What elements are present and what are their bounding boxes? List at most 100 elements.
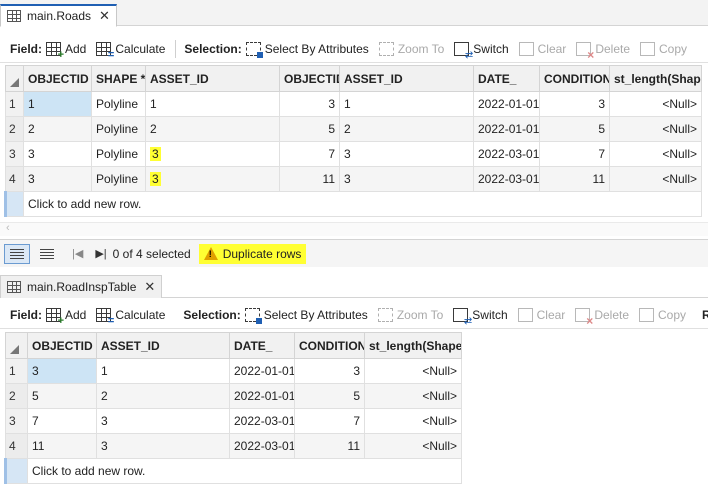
table-cell[interactable]: 2022-01-01 — [229, 358, 295, 384]
column-header-condition[interactable]: CONDITION — [539, 65, 610, 92]
table-cell[interactable]: 2 — [339, 116, 474, 142]
table-row[interactable]: 4 11 3 2022-03-01 11 <Null> — [5, 433, 462, 459]
zoom-to-button[interactable]: Zoom To — [378, 41, 444, 56]
table-cell[interactable]: 3 — [539, 91, 610, 117]
row-number[interactable]: 3 — [5, 408, 28, 434]
table-cell[interactable]: 3 — [339, 166, 474, 192]
column-header-shape[interactable]: SHAPE * — [91, 65, 146, 92]
table-cell[interactable]: Polyline — [91, 91, 146, 117]
row-number[interactable]: 2 — [5, 116, 24, 142]
table-cell[interactable]: 3 — [145, 166, 280, 192]
column-header-asset-id[interactable]: ASSET_ID — [145, 65, 280, 92]
table-row[interactable]: 2 2 Polyline 2 5 2 2022-01-01 5 <Null> — [5, 116, 702, 142]
column-header-date[interactable]: DATE_ — [229, 332, 295, 359]
table-cell[interactable]: <Null> — [364, 408, 462, 434]
table-row[interactable]: 1 3 1 2022-01-01 3 <Null> — [5, 358, 462, 384]
table-cell[interactable]: 11 — [279, 166, 340, 192]
copy-button[interactable]: Copy — [639, 307, 686, 322]
table-cell[interactable]: 3 — [96, 433, 230, 459]
calculate-field-button[interactable]: Calculate — [96, 41, 165, 61]
row-number[interactable]: 3 — [5, 141, 24, 167]
table-cell[interactable]: 5 — [27, 383, 97, 409]
table-cell[interactable]: <Null> — [364, 358, 462, 384]
table-cell[interactable]: <Null> — [609, 166, 702, 192]
table-cell[interactable]: 2 — [96, 383, 230, 409]
table-cell[interactable]: 1 — [23, 91, 92, 117]
calculate-field-button[interactable]: Calculate — [96, 307, 165, 327]
table-cell[interactable]: 1 — [145, 91, 280, 117]
column-header-asset-id[interactable]: ASSET_ID — [96, 332, 230, 359]
column-header-condition[interactable]: CONDITION — [294, 332, 365, 359]
table-row[interactable]: 2 5 2 2022-01-01 5 <Null> — [5, 383, 462, 409]
table-cell[interactable]: 5 — [279, 116, 340, 142]
table-cell[interactable]: 3 — [339, 141, 474, 167]
column-header-st-length[interactable]: st_length(Shape) — [364, 332, 462, 359]
select-all-corner[interactable] — [5, 332, 28, 359]
table-cell[interactable]: 5 — [294, 383, 365, 409]
table-cell[interactable]: 3 — [294, 358, 365, 384]
row-number[interactable]: 2 — [5, 383, 28, 409]
add-field-button[interactable]: Add — [46, 41, 86, 61]
table-cell[interactable]: 3 — [279, 91, 340, 117]
zoom-to-button[interactable]: Zoom To — [377, 307, 443, 322]
column-header-join-objectid[interactable]: OBJECTID — [279, 65, 340, 92]
table-cell[interactable]: 5 — [539, 116, 610, 142]
table-cell[interactable]: 3 — [145, 141, 280, 167]
clear-button[interactable]: Clear — [518, 41, 566, 56]
table-cell[interactable]: 1 — [339, 91, 474, 117]
close-icon[interactable]: ✕ — [144, 279, 155, 295]
duplicate-rows-warning[interactable]: Duplicate rows — [198, 243, 307, 264]
select-all-corner[interactable] — [5, 65, 24, 92]
row-number[interactable]: 1 — [5, 358, 28, 384]
column-header-objectid[interactable]: OBJECTID * — [23, 65, 92, 92]
row-number[interactable]: 4 — [5, 433, 28, 459]
copy-button[interactable]: Copy — [640, 41, 687, 56]
add-row[interactable]: Click to add new row. — [4, 191, 702, 217]
table-cell[interactable]: 7 — [539, 141, 610, 167]
table-cell[interactable]: 2 — [145, 116, 280, 142]
close-icon[interactable]: ✕ — [99, 8, 110, 24]
add-row-prompt[interactable]: Click to add new row. — [23, 191, 702, 217]
table-row[interactable]: 3 7 3 2022-03-01 7 <Null> — [5, 408, 462, 434]
column-header-objectid[interactable]: OBJECTID * — [27, 332, 97, 359]
table-cell[interactable]: 2022-03-01 — [229, 433, 295, 459]
table-cell[interactable]: 3 — [27, 358, 97, 384]
show-all-records-button[interactable] — [4, 243, 30, 264]
table-cell[interactable]: 3 — [96, 408, 230, 434]
table-cell[interactable]: 11 — [27, 433, 97, 459]
show-selected-records-button[interactable] — [34, 244, 60, 264]
scroll-left-icon[interactable]: ‹ — [6, 222, 10, 234]
table-cell[interactable]: Polyline — [91, 141, 146, 167]
table-cell[interactable]: 11 — [539, 166, 610, 192]
column-header-date[interactable]: DATE_ — [473, 65, 540, 92]
select-by-attributes-button[interactable]: Select By Attributes — [244, 307, 368, 324]
clear-button[interactable]: Clear — [517, 307, 565, 322]
horizontal-scrollbar[interactable]: ‹ — [0, 222, 708, 236]
table-cell[interactable]: <Null> — [609, 116, 702, 142]
table-cell[interactable]: Polyline — [91, 166, 146, 192]
select-by-attributes-button[interactable]: Select By Attributes — [245, 41, 369, 58]
delete-button[interactable]: Delete — [576, 41, 630, 62]
add-row[interactable]: Click to add new row. — [4, 458, 462, 484]
table-cell[interactable]: <Null> — [609, 91, 702, 117]
row-number[interactable]: 4 — [5, 166, 24, 192]
add-field-button[interactable]: Add — [46, 307, 86, 327]
tab-main-roadinsptable[interactable]: main.RoadInspTable ✕ — [0, 275, 163, 298]
table-cell[interactable]: 2022-03-01 — [473, 166, 540, 192]
table-cell[interactable]: 2022-03-01 — [473, 141, 540, 167]
table-cell[interactable]: <Null> — [364, 433, 462, 459]
table-row[interactable]: 4 3 Polyline 3 11 3 2022-03-01 11 <Null> — [5, 166, 702, 192]
table-cell[interactable]: 2022-03-01 — [229, 408, 295, 434]
add-row-prompt[interactable]: Click to add new row. — [27, 458, 462, 484]
table-cell[interactable]: 2 — [23, 116, 92, 142]
column-header-join-asset-id[interactable]: ASSET_ID — [339, 65, 474, 92]
row-number[interactable]: 1 — [5, 91, 24, 117]
table-row[interactable]: 3 3 Polyline 3 7 3 2022-03-01 7 <Null> — [5, 141, 702, 167]
table-cell[interactable]: 7 — [279, 141, 340, 167]
table-cell[interactable]: 2022-01-01 — [473, 91, 540, 117]
table-cell[interactable]: 7 — [27, 408, 97, 434]
delete-button[interactable]: Delete — [575, 307, 629, 328]
table-cell[interactable]: 11 — [294, 433, 365, 459]
table-cell[interactable]: <Null> — [609, 141, 702, 167]
last-record-icon[interactable]: ▶| — [95, 247, 106, 260]
